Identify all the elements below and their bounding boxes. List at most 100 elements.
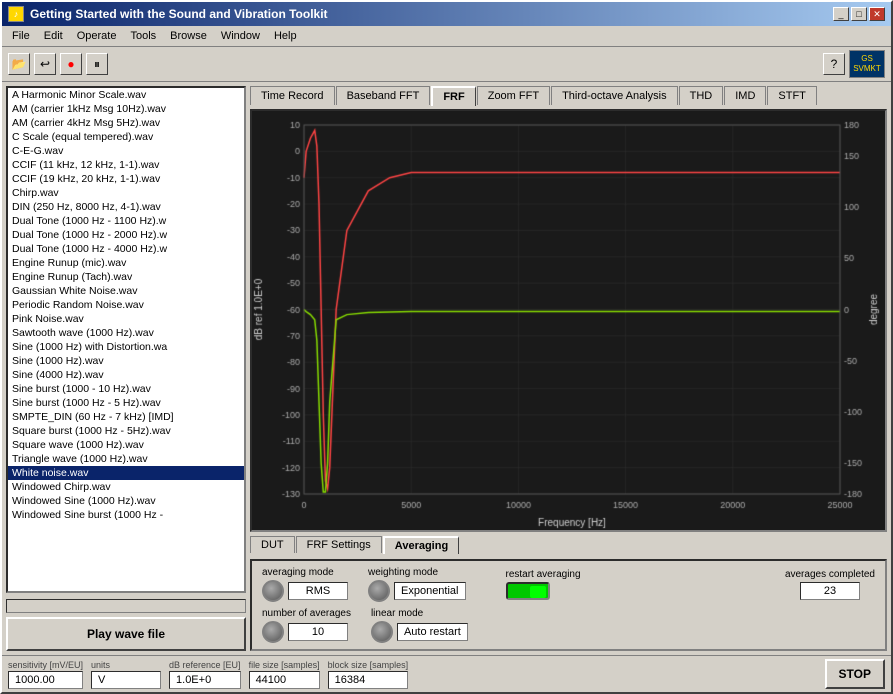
toolbar-open-button[interactable]: 📂 — [8, 53, 30, 75]
list-item[interactable]: Periodic Random Noise.wav — [8, 298, 244, 312]
close-button[interactable]: ✕ — [869, 7, 885, 21]
averaging-mode-value[interactable]: RMS — [288, 582, 348, 600]
num-averages-control: 10 — [262, 621, 351, 643]
tab-thd[interactable]: THD — [679, 86, 724, 105]
list-item[interactable]: Pink Noise.wav — [8, 312, 244, 326]
linear-mode-label: linear mode — [371, 608, 468, 619]
list-item[interactable]: Sine (1000 Hz) with Distortion.wa — [8, 340, 244, 354]
title-bar-left: ♪ Getting Started with the Sound and Vib… — [8, 6, 328, 22]
menu-window[interactable]: Window — [215, 28, 266, 44]
menu-edit[interactable]: Edit — [38, 28, 69, 44]
left-panel: A Harmonic Minor Scale.wav AM (carrier 1… — [6, 86, 246, 651]
tab-imd[interactable]: IMD — [724, 86, 766, 105]
list-item[interactable]: Square wave (1000 Hz).wav — [8, 438, 244, 452]
tab-baseband-fft[interactable]: Baseband FFT — [336, 86, 431, 105]
sensitivity-field: sensitivity [mV/EU] 1000.00 — [8, 660, 83, 689]
list-item[interactable]: Triangle wave (1000 Hz).wav — [8, 452, 244, 466]
sensitivity-value[interactable]: 1000.00 — [8, 671, 83, 689]
tab-frf-settings[interactable]: FRF Settings — [296, 536, 382, 553]
tab-frf[interactable]: FRF — [431, 86, 475, 106]
averaging-row1: averaging mode RMS weighting mode Expone… — [262, 567, 875, 602]
list-item[interactable]: SMPTE_DIN (60 Hz - 7 kHz) [IMD] — [8, 410, 244, 424]
list-item[interactable]: Sine (1000 Hz).wav — [8, 354, 244, 368]
linear-mode-control: Auto restart — [371, 621, 468, 643]
list-item[interactable]: Square burst (1000 Hz - 5Hz).wav — [8, 424, 244, 438]
weighting-mode-control: Exponential — [368, 580, 466, 602]
main-window: ♪ Getting Started with the Sound and Vib… — [0, 0, 893, 694]
list-item[interactable]: Dual Tone (1000 Hz - 2000 Hz).w — [8, 228, 244, 242]
restart-averaging-group: restart averaging — [506, 569, 581, 600]
window-title: Getting Started with the Sound and Vibra… — [30, 7, 328, 21]
list-item[interactable]: Gaussian White Noise.wav — [8, 284, 244, 298]
list-item[interactable]: Sawtooth wave (1000 Hz).wav — [8, 326, 244, 340]
averaging-content: averaging mode RMS weighting mode Expone… — [262, 567, 875, 643]
chart-area — [250, 109, 887, 532]
tab-averaging[interactable]: Averaging — [383, 536, 459, 554]
list-item[interactable]: A Harmonic Minor Scale.wav — [8, 88, 244, 102]
tab-stft[interactable]: STFT — [767, 86, 817, 105]
averaging-mode-label: averaging mode — [262, 567, 348, 578]
averaging-mode-knob[interactable] — [262, 580, 284, 602]
minimize-button[interactable]: _ — [833, 7, 849, 21]
list-item[interactable]: Sine burst (1000 - 10 Hz).wav — [8, 382, 244, 396]
menu-help[interactable]: Help — [268, 28, 303, 44]
num-averages-knob[interactable] — [262, 621, 284, 643]
list-item[interactable]: CCIF (11 kHz, 12 kHz, 1-1).wav — [8, 158, 244, 172]
toolbar-record-button[interactable]: ● — [60, 53, 82, 75]
stop-button[interactable]: STOP — [825, 659, 885, 689]
list-item[interactable]: Chirp.wav — [8, 186, 244, 200]
menu-tools[interactable]: Tools — [124, 28, 162, 44]
list-item[interactable]: Dual Tone (1000 Hz - 1100 Hz).w — [8, 214, 244, 228]
num-averages-value[interactable]: 10 — [288, 623, 348, 641]
toolkit-icon: GSSVMKT — [849, 50, 885, 78]
file-size-label: file size [samples] — [249, 660, 320, 670]
status-bar: sensitivity [mV/EU] 1000.00 units V dB r… — [2, 655, 891, 692]
db-reference-value[interactable]: 1.0E+0 — [169, 671, 241, 689]
toolbar-help-button[interactable]: ? — [823, 53, 845, 75]
menu-operate[interactable]: Operate — [71, 28, 123, 44]
title-buttons: _ □ ✕ — [833, 7, 885, 21]
list-item[interactable]: C Scale (equal tempered).wav — [8, 130, 244, 144]
list-item[interactable]: DIN (250 Hz, 8000 Hz, 4-1).wav — [8, 200, 244, 214]
file-size-field: file size [samples] 44100 — [249, 660, 320, 689]
app-icon: ♪ — [8, 6, 24, 22]
list-item[interactable]: Engine Runup (mic).wav — [8, 256, 244, 270]
list-item[interactable]: CCIF (19 kHz, 20 kHz, 1-1).wav — [8, 172, 244, 186]
file-size-value[interactable]: 44100 — [249, 671, 320, 689]
list-item[interactable]: Engine Runup (Tach).wav — [8, 270, 244, 284]
toolbar-pause-button[interactable]: ⏸ — [86, 53, 108, 75]
toolbar-right: ? GSSVMKT — [823, 50, 885, 78]
block-size-label: block size [samples] — [328, 660, 409, 670]
linear-mode-knob[interactable] — [371, 621, 393, 643]
list-item[interactable]: Windowed Chirp.wav — [8, 480, 244, 494]
menu-file[interactable]: File — [6, 28, 36, 44]
maximize-button[interactable]: □ — [851, 7, 867, 21]
menu-browse[interactable]: Browse — [164, 28, 213, 44]
db-reference-field: dB reference [EU] 1.0E+0 — [169, 660, 241, 689]
list-item[interactable]: Sine (4000 Hz).wav — [8, 368, 244, 382]
list-item[interactable]: Dual Tone (1000 Hz - 4000 Hz).w — [8, 242, 244, 256]
list-item[interactable]: Windowed Sine burst (1000 Hz - — [8, 508, 244, 522]
restart-averaging-toggle[interactable] — [506, 582, 550, 600]
list-item[interactable]: Sine burst (1000 Hz - 5 Hz).wav — [8, 396, 244, 410]
units-value[interactable]: V — [91, 671, 161, 689]
list-item-selected[interactable]: White noise.wav — [8, 466, 244, 480]
list-item[interactable]: Windowed Sine (1000 Hz).wav — [8, 494, 244, 508]
tab-time-record[interactable]: Time Record — [250, 86, 335, 105]
horizontal-scrollbar[interactable] — [6, 599, 246, 613]
linear-mode-value[interactable]: Auto restart — [397, 623, 468, 641]
tab-third-octave[interactable]: Third-octave Analysis — [551, 86, 678, 105]
num-averages-label: number of averages — [262, 608, 351, 619]
tab-dut[interactable]: DUT — [250, 536, 295, 553]
weighting-mode-value[interactable]: Exponential — [394, 582, 466, 600]
list-item[interactable]: C-E-G.wav — [8, 144, 244, 158]
list-item[interactable]: AM (carrier 1kHz Msg 10Hz).wav — [8, 102, 244, 116]
file-list[interactable]: A Harmonic Minor Scale.wav AM (carrier 1… — [6, 86, 246, 593]
play-wave-button[interactable]: Play wave file — [6, 617, 246, 651]
tab-zoom-fft[interactable]: Zoom FFT — [477, 86, 550, 105]
list-item[interactable]: AM (carrier 4kHz Msg 5Hz).wav — [8, 116, 244, 130]
toolbar-undo-button[interactable]: ↩ — [34, 53, 56, 75]
averages-completed-label: averages completed — [785, 569, 875, 580]
weighting-mode-knob[interactable] — [368, 580, 390, 602]
block-size-value[interactable]: 16384 — [328, 671, 409, 689]
